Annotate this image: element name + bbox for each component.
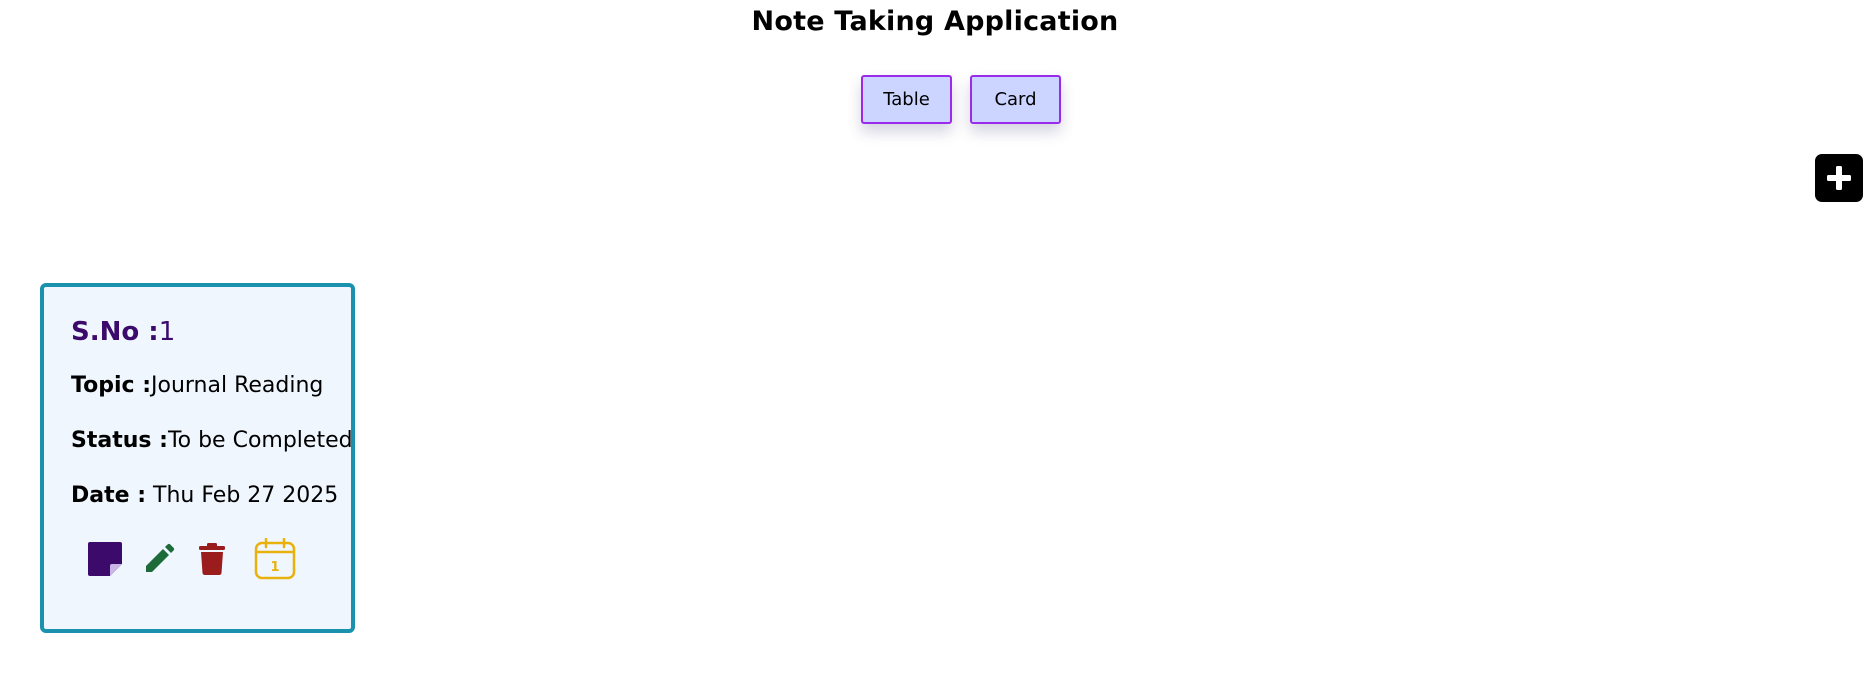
sno-label: S.No :	[71, 317, 159, 347]
sticky-note-icon[interactable]	[86, 540, 124, 578]
card-date: Date : Thu Feb 27 2025	[71, 483, 351, 508]
view-toggle: Table Card	[0, 75, 1870, 124]
pencil-icon[interactable]	[142, 542, 176, 576]
card-actions: 1	[71, 538, 351, 580]
plus-icon	[1827, 166, 1851, 190]
status-label: Status :	[71, 428, 168, 453]
add-note-button[interactable]	[1815, 154, 1863, 202]
calendar-icon[interactable]: 1	[254, 538, 296, 580]
calendar-day-label: 1	[270, 560, 279, 575]
table-view-button[interactable]: Table	[861, 75, 952, 124]
page-title: Note Taking Application	[751, 6, 1119, 37]
topic-label: Topic :	[71, 373, 151, 398]
note-card: S.No :1 Topic :Journal Reading Status :T…	[40, 283, 355, 633]
status-value: To be Completed	[167, 428, 353, 453]
card-topic: Topic :Journal Reading	[71, 373, 351, 398]
sno-value: 1	[158, 317, 176, 347]
topic-value: Journal Reading	[151, 373, 324, 398]
trash-icon[interactable]	[198, 542, 226, 576]
card-status: Status :To be Completed	[71, 428, 353, 453]
date-label: Date :	[71, 483, 147, 508]
card-serial-number: S.No :1	[71, 317, 351, 347]
card-view-button[interactable]: Card	[970, 75, 1061, 124]
date-value: Thu Feb 27 2025	[146, 483, 339, 508]
